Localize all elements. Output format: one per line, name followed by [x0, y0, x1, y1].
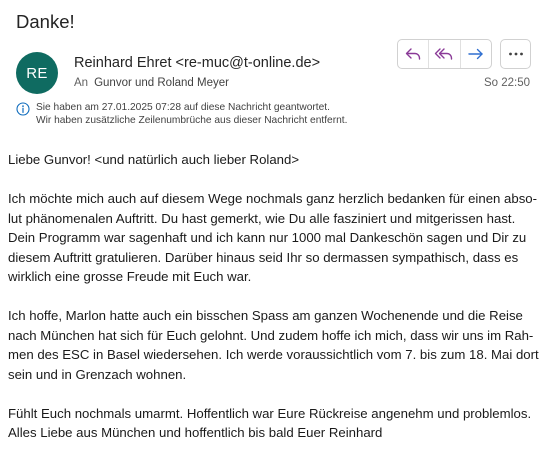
reply-icon: [405, 48, 421, 60]
message-subject: Danke!: [16, 11, 75, 32]
info-icon: [16, 102, 30, 116]
info-text: Sie haben am 27.01.2025 07:28 auf diese …: [36, 101, 347, 127]
body-line: Ich hoffe, Marlon hatte auch ein bissche…: [8, 308, 523, 323]
body-line: Liebe Gunvor! <und natürlich auch lieber…: [8, 152, 300, 167]
sender-name[interactable]: Reinhard Ehret <re-muc@t-online.de>: [74, 55, 320, 71]
reply-all-button[interactable]: [429, 40, 461, 68]
avatar-initials: RE: [26, 64, 48, 82]
message-action-group: [397, 39, 492, 69]
body-line: sein und in Grenzach wohnen.: [8, 366, 187, 382]
body-line: Ich möchte mich auch auf diesem Wege noc…: [8, 191, 538, 206]
info-line-linebreaks: Wir haben zusätzliche Zeilenumbrüche aus…: [36, 115, 348, 126]
reply-all-icon: [435, 48, 453, 60]
sender-avatar[interactable]: RE: [16, 52, 58, 94]
info-bar: Sie haben am 27.01.2025 07:28 auf diese …: [16, 101, 347, 127]
recipients-line: An Gunvor und Roland Meyer: [74, 77, 229, 89]
message-body: Liebe Gunvor! <und natürlich auch lieber…: [8, 150, 548, 443]
to-label: An: [74, 77, 89, 89]
body-blank-line: [8, 170, 548, 190]
message-time: So 22:50: [483, 77, 530, 89]
body-line: wirklich eine grosse Freude mit Euch war…: [8, 269, 252, 284]
forward-icon: [468, 48, 483, 60]
reply-button[interactable]: [398, 40, 430, 68]
body-line: diesem Auftritt gratulieren. Darüber hin…: [8, 249, 519, 265]
more-horizontal-icon: [508, 52, 523, 56]
recipients[interactable]: Gunvor und Roland Meyer: [94, 77, 229, 89]
body-blank-line: [8, 384, 548, 404]
forward-button[interactable]: [461, 40, 491, 68]
body-line: nach München hat sich für Euch gelohnt. …: [8, 327, 534, 343]
body-line: Alles Liebe aus München und hoffentlich …: [8, 425, 383, 440]
body-line: lut phänomenalen Auftritt. Du hast gemer…: [8, 210, 516, 226]
body-line: Fühlt Euch nochmals umarmt. Hoffentlich …: [8, 405, 532, 421]
more-actions-button[interactable]: [500, 39, 531, 69]
info-line-replied: Sie haben am 27.01.2025 07:28 auf diese …: [36, 102, 330, 113]
body-blank-line: [8, 287, 548, 307]
body-line: Dein Programm war sagenhaft und ich kann…: [8, 230, 527, 245]
body-line: men des ESC in Basel wiedersehen. Ich we…: [8, 347, 539, 362]
